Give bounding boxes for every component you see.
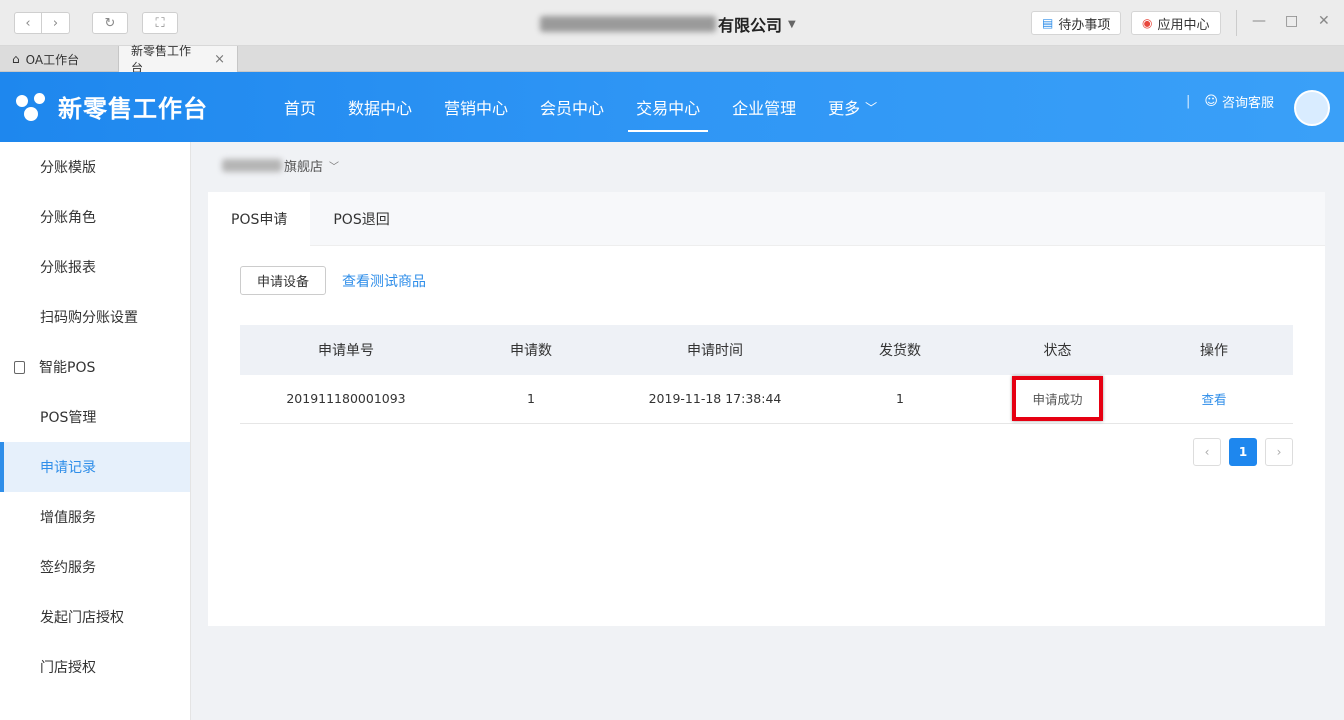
- col-count: 申请数: [452, 325, 610, 375]
- col-status: 状态: [980, 325, 1135, 375]
- divider: [1236, 10, 1237, 36]
- cell-status: 申请成功: [980, 375, 1135, 424]
- pagination: ‹ 1 ›: [1185, 438, 1293, 466]
- refresh-button[interactable]: ↻: [92, 12, 128, 34]
- todo-button[interactable]: ▤ 待办事项: [1031, 11, 1122, 35]
- sidebar-item-apply-records[interactable]: 申请记录: [0, 442, 190, 492]
- sidebar: 分账模版 分账角色 分账报表 扫码购分账设置 智能POS POS管理 申请记录 …: [0, 142, 191, 720]
- app-name: 新零售工作台: [58, 95, 208, 123]
- chevron-down-icon: ﹀: [329, 162, 340, 173]
- nav-more[interactable]: 更多 ﹀: [812, 72, 893, 142]
- sidebar-item-split-role[interactable]: 分账角色: [0, 192, 190, 242]
- forward-button[interactable]: ›: [42, 12, 70, 34]
- col-time: 申请时间: [610, 325, 820, 375]
- close-tab-icon[interactable]: ×: [214, 52, 225, 67]
- main-nav: 首页 数据中心 营销中心 会员中心 交易中心 企业管理 更多 ﹀: [268, 72, 893, 142]
- company-title-suffix: 有限公司: [718, 16, 783, 35]
- avatar[interactable]: [1294, 90, 1330, 126]
- caret-down-icon: ▼: [788, 18, 796, 30]
- table-row: 201911180001093 1 2019-11-18 17:38:44 1 …: [240, 375, 1293, 424]
- pos-device-icon: [14, 360, 25, 374]
- store-name-suffix: 旗舰店: [284, 160, 324, 175]
- company-title[interactable]: 有限公司 ▼: [540, 12, 796, 36]
- col-action: 操作: [1135, 325, 1293, 375]
- page-button-current[interactable]: 1: [1229, 438, 1257, 466]
- cell-order-no: 201911180001093: [240, 375, 452, 424]
- header-divider: |: [1186, 94, 1191, 109]
- sidebar-item-value-added[interactable]: 增值服务: [0, 492, 190, 542]
- redacted-store-name: [222, 159, 282, 172]
- logo-icon: [16, 91, 48, 123]
- app-center-label: 应用中心: [1157, 17, 1210, 33]
- main-panel: POS申请 POS退回 申请设备 查看测试商品 申请单号 申请数 申请时间 发货…: [208, 192, 1325, 626]
- header-right: | ☺ 咨询客服: [1186, 92, 1274, 111]
- next-page-button[interactable]: ›: [1265, 438, 1293, 466]
- minimize-icon[interactable]: —: [1252, 13, 1266, 29]
- tab-oa-label: OA工作台: [25, 52, 80, 67]
- sidebar-item-scan-split-settings[interactable]: 扫码购分账设置: [0, 292, 190, 342]
- table-header-row: 申请单号 申请数 申请时间 发货数 状态 操作: [240, 325, 1293, 375]
- store-selector[interactable]: 旗舰店 ﹀: [222, 156, 339, 175]
- sidebar-item-contract[interactable]: 签约服务: [0, 542, 190, 592]
- chevron-right-icon: ›: [52, 15, 59, 31]
- nav-data-center[interactable]: 数据中心: [332, 72, 428, 142]
- sidebar-item-split-report[interactable]: 分账报表: [0, 242, 190, 292]
- sidebar-item-pos-management[interactable]: POS管理: [0, 392, 190, 442]
- customer-service-icon: ☺: [1204, 94, 1218, 109]
- tab-pos-apply[interactable]: POS申请: [208, 192, 311, 246]
- fullscreen-button[interactable]: ⛶: [142, 12, 178, 34]
- browser-tab-strip: ⌂ OA工作台 新零售工作台 ×: [0, 44, 1344, 75]
- home-icon: ⌂: [12, 52, 20, 66]
- nav-enterprise[interactable]: 企业管理: [716, 72, 812, 142]
- consult-service-link[interactable]: 咨询客服: [1222, 92, 1274, 111]
- view-link[interactable]: 查看: [1201, 392, 1226, 407]
- sidebar-item-split-template[interactable]: 分账模版: [0, 142, 190, 192]
- close-icon[interactable]: ✕: [1318, 13, 1330, 29]
- chevron-left-icon: ‹: [25, 15, 31, 31]
- col-order-no: 申请单号: [240, 325, 452, 375]
- todo-label: 待办事项: [1058, 17, 1111, 33]
- maximize-icon[interactable]: □: [1285, 13, 1298, 29]
- nav-more-label: 更多: [828, 99, 861, 118]
- tab-oa[interactable]: ⌂ OA工作台: [0, 46, 119, 72]
- cell-action: 查看: [1135, 375, 1293, 424]
- app-center-icon: ◉: [1142, 16, 1153, 30]
- nav-marketing-center[interactable]: 营销中心: [428, 72, 524, 142]
- action-bar: 申请设备 查看测试商品: [240, 266, 426, 295]
- app-center-button[interactable]: ◉ 应用中心: [1131, 11, 1221, 35]
- title-bar: ‹ › ↻ ⛶ 有限公司 ▼ ▤ 待办事项 ◉ 应用中心 — □ ✕: [0, 0, 1344, 46]
- nav-trade-center[interactable]: 交易中心: [620, 72, 716, 142]
- fullscreen-icon: ⛶: [155, 15, 165, 31]
- tab-retail[interactable]: 新零售工作台 ×: [119, 44, 238, 75]
- app-logo[interactable]: 新零售工作台: [16, 89, 208, 124]
- nav-member-center[interactable]: 会员中心: [524, 72, 620, 142]
- content-tabs: POS申请 POS退回: [208, 192, 1325, 246]
- status-badge: 申请成功: [1012, 376, 1103, 422]
- apply-device-button[interactable]: 申请设备: [240, 266, 327, 295]
- col-shipped: 发货数: [820, 325, 980, 375]
- view-test-goods-link[interactable]: 查看测试商品: [342, 271, 426, 291]
- cell-count: 1: [452, 375, 610, 424]
- chevron-down-icon: ﹀: [865, 100, 878, 115]
- cell-time: 2019-11-18 17:38:44: [610, 375, 820, 424]
- redacted-company-name: [540, 16, 716, 32]
- sidebar-group-label: 智能POS: [39, 360, 96, 376]
- sidebar-group-smart-pos[interactable]: 智能POS: [0, 342, 190, 392]
- todo-list-icon: ▤: [1042, 16, 1054, 30]
- refresh-icon: ↻: [104, 15, 116, 31]
- sidebar-item-store-auth[interactable]: 门店授权: [0, 642, 190, 692]
- browser-nav-buttons: ‹ › ↻ ⛶: [14, 12, 178, 34]
- nav-home[interactable]: 首页: [268, 72, 332, 142]
- tab-retail-label: 新零售工作台: [131, 44, 192, 75]
- sidebar-item-initiate-store-auth[interactable]: 发起门店授权: [0, 592, 190, 642]
- tab-pos-return[interactable]: POS退回: [310, 192, 412, 246]
- apply-records-table: 申请单号 申请数 申请时间 发货数 状态 操作 201911180001093 …: [240, 325, 1293, 424]
- prev-page-button[interactable]: ‹: [1193, 438, 1221, 466]
- app-header: 新零售工作台 首页 数据中心 营销中心 会员中心 交易中心 企业管理 更多 ﹀ …: [0, 72, 1344, 142]
- back-button[interactable]: ‹: [14, 12, 42, 34]
- cell-shipped: 1: [820, 375, 980, 424]
